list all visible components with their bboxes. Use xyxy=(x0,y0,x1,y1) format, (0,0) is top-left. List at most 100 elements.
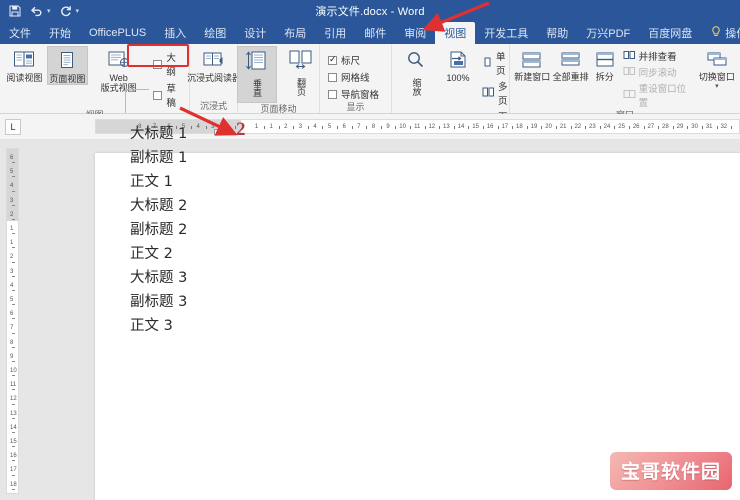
read-view-button[interactable]: 阅读视图 xyxy=(4,46,45,83)
zoom-100-button[interactable]: 100% xyxy=(438,46,478,83)
arrange-all-button[interactable]: 全部重排 xyxy=(552,46,589,82)
vertical-ruler-tick: 5 xyxy=(10,297,14,303)
immersive-reader-button[interactable]: 沉浸式阅读器 xyxy=(187,46,241,83)
draft-checkbox-icon[interactable] xyxy=(153,90,163,100)
ruler-tick-dot xyxy=(439,126,441,129)
ruler-tick: 22 xyxy=(574,124,582,130)
ruler-tick-dot xyxy=(512,126,514,129)
print-layout-button[interactable]: 页面视图 xyxy=(46,46,88,85)
ribbon: 阅读视图 页面视图 Web 版式视图 大纲 草稿 沉浸式阅读器 沉浸式 垂直 翻… xyxy=(0,44,740,148)
vertical-ruler-tick-dot xyxy=(12,417,15,419)
customize-qat-icon[interactable]: ▾ xyxy=(76,7,80,15)
reset-window-position-icon xyxy=(623,89,636,102)
ruler-tick-dot xyxy=(555,126,557,129)
ruler-tick: 30 xyxy=(691,124,698,130)
multiple-pages-button[interactable]: 多页 xyxy=(482,79,508,107)
redo-icon[interactable] xyxy=(60,5,72,17)
zoom-100-icon xyxy=(445,48,471,72)
navigation-pane-check[interactable]: 导航窗格 xyxy=(328,87,379,101)
undo-dropdown-icon[interactable]: ▾ xyxy=(47,7,51,15)
tab-help[interactable]: 帮助 xyxy=(537,22,577,44)
tab-baidu-netdisk[interactable]: 百度网盘 xyxy=(639,22,701,44)
tab-wondershare-pdf[interactable]: 万兴PDF xyxy=(577,22,639,44)
ruler-tick: 18 xyxy=(516,124,523,130)
vertical-ruler-tick: 12 xyxy=(10,396,17,403)
ruler-tick-dot xyxy=(541,126,543,129)
switch-windows-button[interactable]: 切换窗口 ▾ xyxy=(698,46,736,90)
tab-review[interactable]: 审阅 xyxy=(395,22,435,44)
tell-me-search[interactable]: 操作说明搜索 xyxy=(701,22,740,44)
vertical-ruler-tick-dot xyxy=(12,431,15,433)
vertical-scroll-button[interactable]: 垂直 xyxy=(236,46,277,103)
vertical-ruler-tick: 2 xyxy=(10,254,14,261)
read-view-icon xyxy=(11,48,37,72)
group-label-immersive: 沉浸式 xyxy=(199,101,227,111)
tab-references[interactable]: 引用 xyxy=(315,22,355,44)
tab-home[interactable]: 开始 xyxy=(40,22,80,44)
tab-view[interactable]: 视图 xyxy=(435,22,476,44)
arrange-all-icon xyxy=(558,48,584,72)
tab-design[interactable]: 设计 xyxy=(235,22,275,44)
document-line: 大标题 3 xyxy=(130,270,188,286)
side-to-side-label: 翻页 xyxy=(296,78,306,96)
group-label-show: 显示 xyxy=(346,102,365,112)
text-area-corner-mark xyxy=(125,89,149,113)
split-button[interactable]: 拆分 xyxy=(591,46,619,82)
document-text[interactable]: 大标题 1 副标题 1 正文 1 大标题 2 副标题 2 正文 2 大标题 3 … xyxy=(130,122,430,338)
side-to-side-button[interactable]: 翻页 xyxy=(281,46,321,101)
tab-file[interactable]: 文件 xyxy=(0,22,40,44)
view-side-by-side-button[interactable]: 并排查看 xyxy=(623,49,694,63)
vertical-ruler-tick: 16 xyxy=(10,453,17,460)
tab-insert[interactable]: 插入 xyxy=(155,22,195,44)
step-number-label: 2 xyxy=(236,119,246,140)
title-bar: ▾ ▾ 演示文件.docx - Word xyxy=(0,0,740,22)
gridlines-label: 网格线 xyxy=(341,73,370,84)
ruler-tick-dot xyxy=(526,126,528,129)
ruler-check[interactable]: 标尺 xyxy=(328,53,379,67)
ruler-checkbox-icon[interactable] xyxy=(328,54,337,65)
vertical-scroll-icon xyxy=(244,49,270,73)
tab-mailings[interactable]: 邮件 xyxy=(355,22,395,44)
zoom-100-label: 100% xyxy=(446,73,470,83)
print-layout-icon xyxy=(54,49,80,73)
draft-check[interactable]: 草稿 xyxy=(153,81,183,109)
gridlines-checkbox-icon[interactable] xyxy=(328,72,337,82)
window-compare-options: 并排查看 同步滚动 重设窗口位置 xyxy=(621,46,696,109)
zoom-button[interactable]: 缩放 xyxy=(396,46,436,101)
read-view-label: 阅读视图 xyxy=(6,73,43,83)
navigation-pane-checkbox-icon[interactable] xyxy=(328,89,337,99)
vertical-ruler-tick-dot xyxy=(12,403,15,405)
gridlines-check[interactable]: 网格线 xyxy=(328,70,379,84)
arrange-all-label: 全部重排 xyxy=(552,72,589,82)
ruler-tick: 23 xyxy=(589,124,596,130)
ruler-tick: 17 xyxy=(501,124,509,130)
ruler-tick: 24 xyxy=(603,124,611,130)
vertical-ruler-tick-dot xyxy=(12,289,15,291)
ruler-tick-dot xyxy=(614,126,616,129)
vertical-ruler-tick: 8 xyxy=(10,339,14,346)
ruler-tick-dot xyxy=(468,126,470,129)
ruler-tick-dot xyxy=(497,126,499,129)
vertical-ruler-tick-dot xyxy=(12,162,15,164)
vertical-ruler[interactable]: 6 5 4 3 2 1 1 2 3 4 5 6 7 8 9 10 11 12 13 14 15 16 17 18 xyxy=(6,148,19,494)
vertical-ruler-tick: 2 xyxy=(10,211,14,218)
view-side-by-side-icon xyxy=(623,50,636,63)
one-page-button[interactable]: 单页 xyxy=(482,49,508,77)
vertical-ruler-tick-dot xyxy=(12,275,15,277)
new-window-button[interactable]: 新建窗口 xyxy=(514,46,550,82)
switch-windows-dropdown-icon[interactable]: ▾ xyxy=(715,82,719,90)
tab-stop-selector[interactable]: L xyxy=(5,118,21,135)
switch-windows-icon xyxy=(704,48,730,72)
ribbon-tabs: 文件 开始 OfficePLUS 插入 绘图 设计 布局 引用 邮件 审阅 视图… xyxy=(0,22,740,44)
tab-developer[interactable]: 开发工具 xyxy=(475,22,537,44)
save-icon[interactable] xyxy=(9,5,21,17)
ruler-tick: 14 xyxy=(457,124,465,130)
lightbulb-icon xyxy=(711,25,721,41)
vertical-ruler-tick: 15 xyxy=(10,439,17,445)
vertical-ruler-tick-dot xyxy=(12,389,15,391)
tab-officeplus[interactable]: OfficePLUS xyxy=(80,22,155,44)
undo-icon[interactable] xyxy=(30,5,43,17)
document-line: 正文 2 xyxy=(130,246,173,262)
tab-layout[interactable]: 布局 xyxy=(275,22,315,44)
tab-draw[interactable]: 绘图 xyxy=(195,22,235,44)
